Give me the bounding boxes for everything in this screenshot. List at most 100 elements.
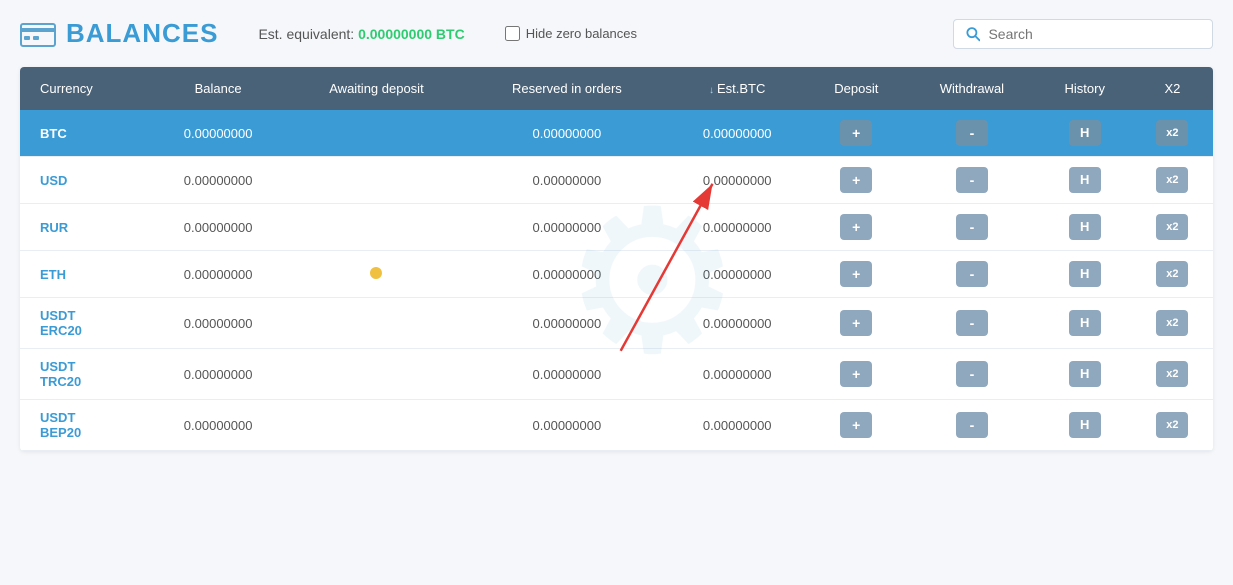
cell-x2: x2 — [1132, 349, 1213, 400]
cell-history: H — [1038, 110, 1132, 157]
withdrawal-button[interactable]: - — [956, 310, 988, 336]
cell-awaiting — [287, 400, 465, 451]
currency-link[interactable]: RUR — [40, 220, 68, 235]
deposit-button[interactable]: + — [840, 167, 872, 193]
cell-reserved: 0.00000000 — [466, 110, 668, 157]
history-button[interactable]: H — [1069, 310, 1101, 336]
hide-zero-checkbox[interactable] — [505, 26, 520, 41]
x2-button[interactable]: x2 — [1156, 412, 1188, 438]
cell-awaiting — [287, 204, 465, 251]
cell-deposit: + — [806, 349, 906, 400]
hide-zero-balances: Hide zero balances — [505, 26, 637, 41]
cell-deposit: + — [806, 110, 906, 157]
balances-icon — [20, 20, 56, 48]
page-title: BALANCES — [66, 18, 218, 49]
header: BALANCES Est. equivalent: 0.00000000 BTC… — [20, 18, 1213, 49]
balances-table: Currency Balance Awaiting deposit Reserv… — [20, 67, 1213, 451]
col-deposit: Deposit — [806, 67, 906, 110]
cell-x2: x2 — [1132, 251, 1213, 298]
deposit-button[interactable]: + — [840, 214, 872, 240]
cell-deposit: + — [806, 298, 906, 349]
cell-reserved: 0.00000000 — [466, 157, 668, 204]
cell-history: H — [1038, 298, 1132, 349]
cell-currency: USDTBEP20 — [20, 400, 149, 451]
currency-link[interactable]: BTC — [40, 126, 67, 141]
x2-button[interactable]: x2 — [1156, 214, 1188, 240]
search-input[interactable] — [988, 26, 1200, 42]
cell-balance: 0.00000000 — [149, 400, 287, 451]
col-balance: Balance — [149, 67, 287, 110]
cell-deposit: + — [806, 157, 906, 204]
withdrawal-button[interactable]: - — [956, 214, 988, 240]
cell-currency: BTC — [20, 110, 149, 157]
search-icon — [966, 26, 980, 42]
history-button[interactable]: H — [1069, 361, 1101, 387]
deposit-button[interactable]: + — [840, 412, 872, 438]
deposit-button[interactable]: + — [840, 361, 872, 387]
cell-awaiting — [287, 157, 465, 204]
col-x2: X2 — [1132, 67, 1213, 110]
withdrawal-button[interactable]: - — [956, 361, 988, 387]
cell-withdrawal: - — [906, 400, 1037, 451]
table-row: BTC0.000000000.000000000.00000000+-Hx2 — [20, 110, 1213, 157]
cell-est-btc: 0.00000000 — [668, 157, 806, 204]
deposit-button[interactable]: + — [840, 310, 872, 336]
table-row: USDTTRC200.000000000.000000000.00000000+… — [20, 349, 1213, 400]
table-header-row: Currency Balance Awaiting deposit Reserv… — [20, 67, 1213, 110]
cell-currency: USD — [20, 157, 149, 204]
currency-link[interactable]: USDTBEP20 — [40, 410, 81, 440]
header-logo: BALANCES — [20, 18, 218, 49]
cell-currency: USDTTRC20 — [20, 349, 149, 400]
x2-button[interactable]: x2 — [1156, 310, 1188, 336]
cell-x2: x2 — [1132, 400, 1213, 451]
cell-awaiting — [287, 349, 465, 400]
cell-awaiting — [287, 110, 465, 157]
cell-awaiting — [287, 298, 465, 349]
currency-link[interactable]: ETH — [40, 267, 66, 282]
withdrawal-button[interactable]: - — [956, 412, 988, 438]
currency-link[interactable]: USD — [40, 173, 67, 188]
cell-history: H — [1038, 349, 1132, 400]
x2-button[interactable]: x2 — [1156, 120, 1188, 146]
history-button[interactable]: H — [1069, 120, 1101, 146]
cell-awaiting — [287, 251, 465, 298]
cell-history: H — [1038, 157, 1132, 204]
x2-button[interactable]: x2 — [1156, 261, 1188, 287]
cell-withdrawal: - — [906, 251, 1037, 298]
cell-balance: 0.00000000 — [149, 204, 287, 251]
cell-x2: x2 — [1132, 110, 1213, 157]
pending-dot — [370, 267, 382, 279]
cell-history: H — [1038, 400, 1132, 451]
table-row: USDTBEP200.000000000.000000000.00000000+… — [20, 400, 1213, 451]
cell-reserved: 0.00000000 — [466, 400, 668, 451]
est-value: 0.00000000 BTC — [358, 26, 465, 42]
history-button[interactable]: H — [1069, 167, 1101, 193]
cell-est-btc: 0.00000000 — [668, 349, 806, 400]
cell-reserved: 0.00000000 — [466, 251, 668, 298]
cell-est-btc: 0.00000000 — [668, 251, 806, 298]
cell-est-btc: 0.00000000 — [668, 298, 806, 349]
history-button[interactable]: H — [1069, 214, 1101, 240]
currency-link[interactable]: USDTERC20 — [40, 308, 82, 338]
table-row: RUR0.000000000.000000000.00000000+-Hx2 — [20, 204, 1213, 251]
withdrawal-button[interactable]: - — [956, 167, 988, 193]
withdrawal-button[interactable]: - — [956, 120, 988, 146]
cell-x2: x2 — [1132, 298, 1213, 349]
currency-link[interactable]: USDTTRC20 — [40, 359, 81, 389]
hide-zero-label: Hide zero balances — [526, 26, 637, 41]
cell-deposit: + — [806, 400, 906, 451]
cell-est-btc: 0.00000000 — [668, 400, 806, 451]
withdrawal-button[interactable]: - — [956, 261, 988, 287]
cell-reserved: 0.00000000 — [466, 204, 668, 251]
x2-button[interactable]: x2 — [1156, 361, 1188, 387]
deposit-button[interactable]: + — [840, 120, 872, 146]
history-button[interactable]: H — [1069, 412, 1101, 438]
x2-button[interactable]: x2 — [1156, 167, 1188, 193]
deposit-button[interactable]: + — [840, 261, 872, 287]
cell-withdrawal: - — [906, 204, 1037, 251]
col-est-btc: ↓Est.BTC — [668, 67, 806, 110]
history-button[interactable]: H — [1069, 261, 1101, 287]
cell-balance: 0.00000000 — [149, 349, 287, 400]
table-row: USD0.000000000.000000000.00000000+-Hx2 — [20, 157, 1213, 204]
cell-balance: 0.00000000 — [149, 157, 287, 204]
